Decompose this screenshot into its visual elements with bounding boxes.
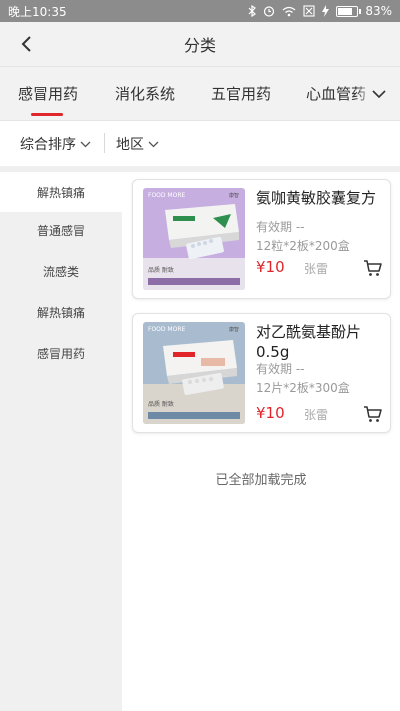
battery-percent: 83% bbox=[365, 4, 392, 18]
product-price: ¥10 bbox=[256, 258, 285, 276]
sidebar-item-antipyretic-analgesic[interactable]: 解热镇痛 bbox=[0, 172, 122, 212]
sidebar-item-antipyretic-analgesic-2[interactable]: 解热镇痛 bbox=[0, 292, 122, 332]
subcategory-sidebar: 解热镇痛 普通感冒 流感类 解热镇痛 感冒用药 bbox=[0, 172, 122, 711]
tab-digestive-system[interactable]: 消化系统 bbox=[115, 83, 175, 104]
chevron-down-icon bbox=[372, 89, 386, 98]
package-caption: 品质 耐致 bbox=[148, 400, 174, 408]
active-tab-indicator bbox=[31, 113, 63, 116]
bluetooth-icon bbox=[248, 5, 257, 17]
sidebar-item-influenza[interactable]: 流感类 bbox=[0, 251, 122, 291]
package-caption: 品质 耐致 bbox=[148, 266, 174, 274]
product-expiry: 有效期 -- bbox=[256, 362, 305, 376]
product-card[interactable]: FOOD MORE 康智 品质 耐致 对乙酰氨基酚片0.5g 有效期 -- 12… bbox=[132, 313, 391, 433]
chevron-left-icon bbox=[21, 36, 31, 52]
product-seller: 张雷 bbox=[304, 408, 329, 422]
chevron-down-icon bbox=[80, 141, 91, 147]
package-logo-text: 康智 bbox=[229, 326, 239, 333]
region-dropdown[interactable]: 地区 bbox=[116, 134, 159, 154]
filter-divider bbox=[104, 133, 105, 153]
chevron-down-icon bbox=[148, 141, 159, 147]
cart-icon bbox=[364, 260, 382, 276]
battery-level-fill bbox=[338, 7, 353, 15]
back-button[interactable] bbox=[12, 30, 40, 58]
expand-tabs-button[interactable] bbox=[368, 83, 390, 105]
page-title: 分类 bbox=[183, 36, 216, 55]
tab-facial-organs-medicine[interactable]: 五官用药 bbox=[211, 83, 271, 104]
tab-cold-medicine[interactable]: 感冒用药 bbox=[18, 83, 78, 104]
list-end-message: 已全部加载完成 bbox=[215, 473, 307, 488]
sort-dropdown[interactable]: 综合排序 bbox=[20, 134, 91, 154]
product-seller: 张雷 bbox=[304, 262, 329, 276]
region-label: 地区 bbox=[116, 137, 144, 153]
sort-label: 综合排序 bbox=[20, 137, 76, 153]
product-list: FOOD MORE 康智 品质 耐致 氨咖黄敏胶囊复方 有效期 -- 12粒*2… bbox=[122, 172, 400, 711]
product-spec: 12片*2板*300盒 bbox=[256, 381, 350, 395]
battery-icon bbox=[336, 5, 362, 17]
add-to-cart-button[interactable] bbox=[362, 257, 384, 279]
status-icons: 83% bbox=[248, 4, 392, 18]
category-tabs: 感冒用药 消化系统 五官用药 心血管药 bbox=[0, 66, 400, 121]
product-image: FOOD MORE 康智 品质 耐致 bbox=[143, 188, 245, 290]
sim-off-icon bbox=[303, 5, 315, 17]
cart-icon bbox=[364, 406, 382, 422]
status-time: 晚上10:35 bbox=[8, 4, 67, 19]
product-name: 对乙酰氨基酚片0.5g bbox=[256, 323, 362, 361]
product-expiry: 有效期 -- bbox=[256, 220, 305, 234]
status-bar: 晚上10:35 83% bbox=[0, 0, 400, 22]
sidebar-item-cold-medicine[interactable]: 感冒用药 bbox=[0, 333, 122, 373]
package-brand-text: FOOD MORE bbox=[148, 326, 185, 333]
product-image: FOOD MORE 康智 品质 耐致 bbox=[143, 322, 245, 424]
top-header: 分类 bbox=[0, 22, 400, 66]
product-name: 氨咖黄敏胶囊复方 bbox=[256, 189, 377, 207]
charging-icon bbox=[322, 5, 330, 17]
product-card[interactable]: FOOD MORE 康智 品质 耐致 氨咖黄敏胶囊复方 有效期 -- 12粒*2… bbox=[132, 179, 391, 299]
add-to-cart-button[interactable] bbox=[362, 403, 384, 425]
filter-bar: 综合排序 地区 bbox=[0, 120, 400, 166]
alarm-icon bbox=[264, 6, 275, 17]
package-logo-text: 康智 bbox=[229, 192, 239, 199]
product-price: ¥10 bbox=[256, 404, 285, 422]
wifi-icon bbox=[282, 6, 296, 16]
package-brand-text: FOOD MORE bbox=[148, 192, 185, 199]
product-spec: 12粒*2板*200盒 bbox=[256, 239, 350, 253]
sidebar-item-common-cold[interactable]: 普通感冒 bbox=[0, 210, 122, 250]
